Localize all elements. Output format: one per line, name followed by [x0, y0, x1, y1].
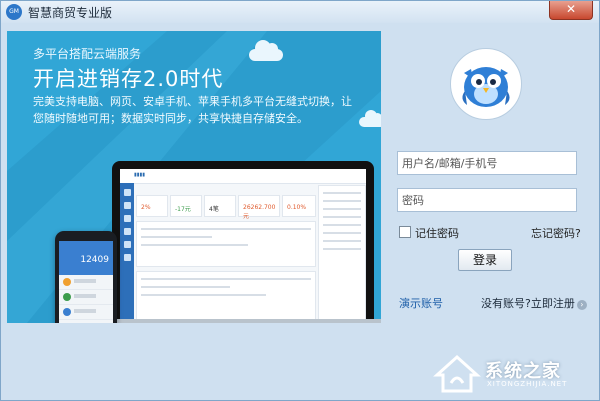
banner-subtitle: 多平台搭配云端服务	[33, 47, 142, 61]
kpi-value: 2%	[141, 204, 151, 211]
register-link[interactable]: 没有账号?立即注册 ›	[481, 295, 587, 311]
register-label[interactable]: 没有账号?立即注册	[481, 297, 575, 310]
window-title: 智慧商贸专业版	[28, 6, 113, 20]
promo-banner: 多平台搭配云端服务 开启进销存2.0时代 完美支持电脑、网页、安卓手机、苹果手机…	[7, 31, 381, 323]
forgot-password-link[interactable]: 忘记密码?	[531, 225, 581, 241]
kpi-value: 0.10%	[287, 204, 307, 211]
laptop-illustration: ▮▮▮▮ 2% -17元 4笔 26262.700元 0.10%	[112, 161, 374, 323]
watermark: 系统之家 XITONGZHIJIA.NET	[433, 353, 597, 393]
list-item	[59, 290, 113, 305]
phone-header: 12409	[59, 241, 113, 275]
dashboard-panel	[136, 221, 316, 267]
kpi-card: 26262.700元	[238, 195, 280, 220]
list-item	[59, 275, 113, 290]
kpi-card: 2%	[136, 195, 168, 217]
banner-headline: 开启进销存2.0时代	[33, 67, 224, 91]
laptop-sidebar	[120, 183, 134, 323]
close-button[interactable]: ✕	[549, 1, 593, 20]
app-logo-icon: GM	[6, 4, 22, 20]
laptop-base	[103, 319, 381, 323]
kpi-card: 0.10%	[282, 195, 316, 217]
kpi-value: -17元	[175, 206, 191, 213]
list-item	[59, 305, 113, 320]
username-input[interactable]	[397, 151, 577, 175]
login-button[interactable]: 登录	[458, 249, 512, 271]
phone-screen: 12409	[59, 241, 113, 323]
kpi-value: 4笔	[209, 206, 219, 213]
banner-description: 完美支持电脑、网页、安卓手机、苹果手机多平台无缝式切换，让您随时随地可用；数据实…	[33, 95, 352, 125]
owl-icon	[462, 67, 510, 107]
cloud-icon	[359, 110, 381, 127]
password-input[interactable]	[397, 188, 577, 212]
title-bar[interactable]: GM 智慧商贸专业版 ✕	[1, 1, 599, 23]
kpi-value: 26262.700元	[243, 204, 276, 220]
watermark-subtext: XITONGZHIJIA.NET	[487, 380, 568, 388]
list-item	[59, 320, 113, 323]
dashboard-panel	[136, 271, 316, 321]
remember-password-label: 记住密码	[415, 227, 459, 240]
arrow-right-icon[interactable]: ›	[576, 300, 587, 310]
laptop-screen: ▮▮▮▮ 2% -17元 4笔 26262.700元 0.10%	[120, 169, 366, 323]
laptop-brand: ▮▮▮▮	[134, 172, 146, 178]
kpi-card: 4笔	[204, 195, 236, 217]
checkbox-icon[interactable]	[399, 226, 411, 238]
phone-balance: 12409	[80, 255, 109, 265]
demo-account-link[interactable]: 演示账号	[399, 295, 443, 311]
laptop-dashboard: 2% -17元 4笔 26262.700元 0.10%	[136, 185, 316, 321]
remember-password-checkbox[interactable]: 记住密码	[399, 225, 459, 241]
laptop-side-list	[318, 185, 366, 323]
watermark-house-logo	[433, 354, 481, 393]
laptop-app-header: ▮▮▮▮	[120, 169, 366, 184]
phone-illustration: 12409	[55, 231, 117, 323]
app-window: GM 智慧商贸专业版 ✕ 多平台搭配云端服务 开启进销存2.0时代 完美支持电脑…	[0, 0, 600, 401]
owl-mascot-avatar	[450, 48, 522, 120]
kpi-card: -17元	[170, 195, 202, 217]
cloud-icon	[249, 40, 283, 61]
